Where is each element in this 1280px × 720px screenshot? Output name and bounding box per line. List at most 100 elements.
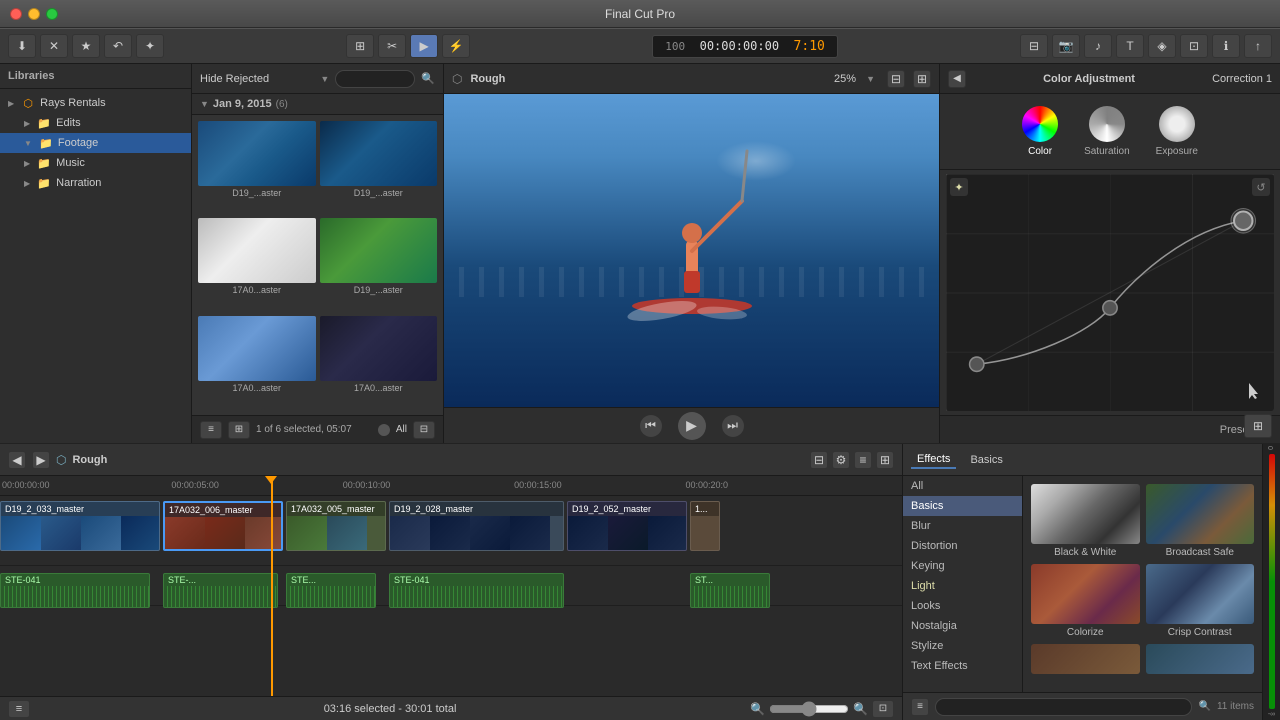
thumb-image xyxy=(320,316,438,381)
effect-partial-1[interactable] xyxy=(1031,644,1140,674)
cat-stylize[interactable]: Stylize xyxy=(903,636,1022,656)
favorite-button[interactable]: ★ xyxy=(72,34,100,58)
reject-button[interactable]: ✕ xyxy=(40,34,68,58)
browser-settings-button[interactable]: ⊟ xyxy=(413,421,435,439)
cat-basics[interactable]: Basics xyxy=(903,496,1022,516)
audio-waveform xyxy=(287,586,375,607)
tab-color[interactable]: Color xyxy=(1014,102,1066,161)
thumbnail-17a0-1[interactable]: 17A0...aster xyxy=(198,218,316,311)
effect-label: Crisp Contrast xyxy=(1168,627,1232,638)
viewer-fullscreen-toggle[interactable]: ⊞ xyxy=(1244,414,1272,438)
tab-effects[interactable]: Effects xyxy=(911,451,956,469)
thumbnail-d19-1[interactable]: D19_...aster xyxy=(198,121,316,214)
browser-search-input[interactable] xyxy=(335,70,415,88)
timeline-settings[interactable]: ⚙ xyxy=(832,451,850,469)
cat-text-effects[interactable]: Text Effects xyxy=(903,656,1022,676)
trim-button[interactable]: ✂ xyxy=(378,34,406,58)
chevron-down-icon[interactable]: ▼ xyxy=(866,74,875,84)
cat-all[interactable]: All xyxy=(903,476,1022,496)
sidebar-item-narration[interactable]: ▶ 📁 Narration xyxy=(0,173,191,193)
video-clip-v6[interactable]: 1... xyxy=(690,501,720,551)
minimize-button[interactable] xyxy=(28,8,40,20)
undo-button[interactable]: ↶ xyxy=(104,34,132,58)
sidebar-item-music[interactable]: ▶ 📁 Music xyxy=(0,153,191,173)
viewer-prev-button[interactable]: ⏮ xyxy=(640,415,662,437)
timeline-forward-button[interactable]: ▶ xyxy=(32,451,50,469)
cat-distortion[interactable]: Distortion xyxy=(903,536,1022,556)
import-button[interactable]: ⬇ xyxy=(8,34,36,58)
close-button[interactable] xyxy=(10,8,22,20)
transform-button[interactable]: ⊞ xyxy=(346,34,374,58)
viewer-play-button[interactable]: ▶ xyxy=(678,412,706,440)
thumbnail-17a0-3[interactable]: 17A0...aster xyxy=(320,316,438,409)
fit-to-window-button[interactable]: ⊡ xyxy=(872,700,894,718)
cat-blur[interactable]: Blur xyxy=(903,516,1022,536)
thumbnail-17a0-2[interactable]: 17A0...aster xyxy=(198,316,316,409)
audio-clip-a5[interactable]: ST... xyxy=(690,573,770,608)
zoom-out-icon[interactable]: 🔍 xyxy=(750,702,765,716)
window-controls[interactable] xyxy=(10,8,58,20)
cat-keying[interactable]: Keying xyxy=(903,556,1022,576)
audio-clip-a2[interactable]: STE-... xyxy=(163,573,278,608)
audio-clip-a4[interactable]: STE-041 xyxy=(389,573,564,608)
sidebar-item-footage[interactable]: ▼ 📁 Footage xyxy=(0,133,191,153)
timeline-append[interactable]: ⊞ xyxy=(876,451,894,469)
thumbnail-d19-3[interactable]: D19_...aster xyxy=(320,218,438,311)
sidebar-item-rays-rentals[interactable]: ▶ ⬡ Rays Rentals xyxy=(0,93,191,113)
tab-basics[interactable]: Basics xyxy=(964,452,1008,468)
effect-colorize[interactable]: Colorize xyxy=(1031,564,1140,638)
zoom-in-icon[interactable]: 🔍 xyxy=(853,702,868,716)
enhance-button[interactable]: ✦ xyxy=(136,34,164,58)
timeline-back-button[interactable]: ◀ xyxy=(8,451,26,469)
effect-broadcast[interactable]: Broadcast Safe xyxy=(1146,484,1255,558)
effect-crisp-contrast[interactable]: Crisp Contrast xyxy=(1146,564,1255,638)
browser-view-all[interactable]: All xyxy=(396,424,407,435)
inspector-title: Color Adjustment xyxy=(966,73,1212,85)
photo-button[interactable]: 📷 xyxy=(1052,34,1080,58)
clip-view-button[interactable]: ⊟ xyxy=(1020,34,1048,58)
timeline-zoom-out[interactable]: ⊟ xyxy=(810,451,828,469)
effects-list-view[interactable]: ≡ xyxy=(911,698,929,716)
video-clip-v3[interactable]: 17A032_005_master xyxy=(286,501,386,551)
timeline-view-toggle[interactable]: ≡ xyxy=(854,451,872,469)
effect-bw[interactable]: Black & White xyxy=(1031,484,1140,558)
transition-button[interactable]: ⊡ xyxy=(1180,34,1208,58)
cat-looks[interactable]: Looks xyxy=(903,596,1022,616)
tab-saturation[interactable]: Saturation xyxy=(1076,102,1138,161)
maximize-button[interactable] xyxy=(46,8,58,20)
timeline-list-view[interactable]: ≡ xyxy=(8,700,30,718)
video-clip-v2[interactable]: 17A032_006_master xyxy=(163,501,283,551)
select-button[interactable]: ▶ xyxy=(410,34,438,58)
effect-partial-2[interactable] xyxy=(1146,644,1255,674)
video-clip-v1[interactable]: D19_2_033_master xyxy=(0,501,160,551)
cat-light[interactable]: Light xyxy=(903,576,1022,596)
video-clip-v4[interactable]: D19_2_028_master xyxy=(389,501,564,551)
audio-clip-a1[interactable]: STE-041 xyxy=(0,573,150,608)
music-button[interactable]: ♪ xyxy=(1084,34,1112,58)
timeline-tracks[interactable]: D19_2_033_master 17A032_006_master xyxy=(0,496,902,696)
zoom-slider[interactable] xyxy=(769,701,849,717)
grid-view-button[interactable]: ⊞ xyxy=(228,421,250,439)
list-view-button[interactable]: ≡ xyxy=(200,421,222,439)
inspector-button[interactable]: ℹ xyxy=(1212,34,1240,58)
sidebar-item-edits[interactable]: ▶ 📁 Edits xyxy=(0,113,191,133)
title-button[interactable]: T xyxy=(1116,34,1144,58)
share-button[interactable]: ↑ xyxy=(1244,34,1272,58)
video-clip-v5[interactable]: D19_2_052_master xyxy=(567,501,687,551)
viewer-fullscreen-button[interactable]: ⊞ xyxy=(913,70,931,88)
thumbnail-d19-2[interactable]: D19_...aster xyxy=(320,121,438,214)
effects-search-input[interactable] xyxy=(935,698,1192,716)
blade-button[interactable]: ⚡ xyxy=(442,34,470,58)
inspector-back-button[interactable]: ◀ xyxy=(948,70,966,88)
viewer-settings-button[interactable]: ⊟ xyxy=(887,70,905,88)
cat-nostalgia[interactable]: Nostalgia xyxy=(903,616,1022,636)
tab-exposure[interactable]: Exposure xyxy=(1148,102,1206,161)
audio-clip-a3[interactable]: STE... xyxy=(286,573,376,608)
generator-button[interactable]: ◈ xyxy=(1148,34,1176,58)
ruler-mark-4: 00:00:20:0 xyxy=(686,480,729,490)
expand-icon: ▶ xyxy=(24,179,30,188)
expand-icon: ▼ xyxy=(24,139,32,148)
thumb-image xyxy=(320,121,438,186)
hide-rejected-label[interactable]: Hide Rejected xyxy=(200,73,314,85)
viewer-next-button[interactable]: ⏭ xyxy=(722,415,744,437)
